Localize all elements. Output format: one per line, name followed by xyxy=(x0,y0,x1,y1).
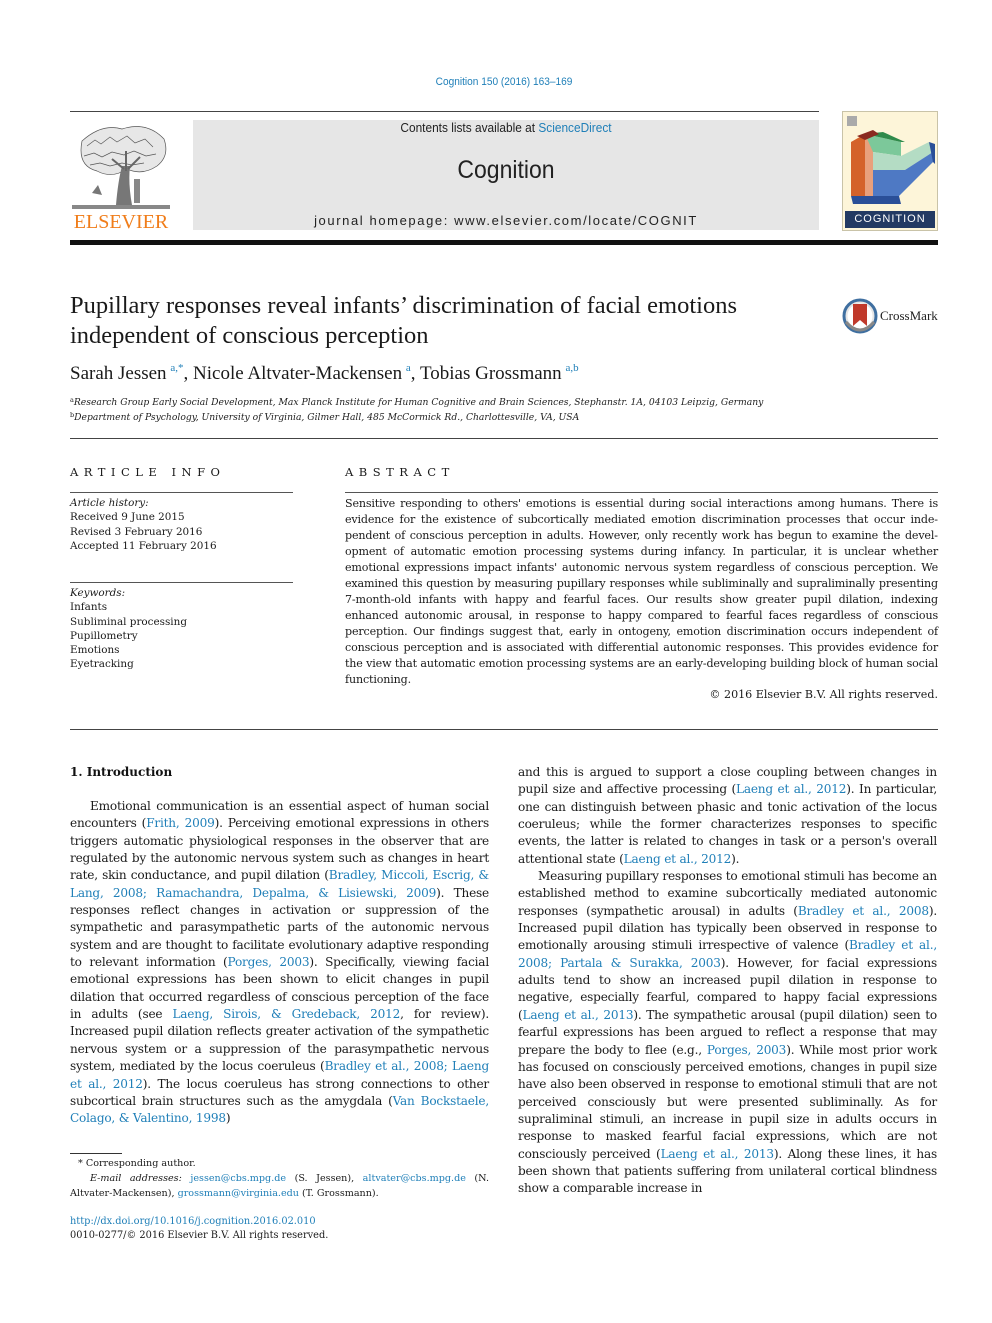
article-info-divider xyxy=(70,492,293,493)
citation-link[interactable]: Laeng et al., 2013 xyxy=(661,1147,774,1161)
crossmark-icon xyxy=(842,298,878,334)
history-revised: Revised 3 February 2016 xyxy=(70,525,203,538)
abstract-copyright: © 2016 Elsevier B.V. All rights reserved… xyxy=(709,688,938,701)
citation-link[interactable]: Porges, 2003 xyxy=(707,1043,786,1057)
doi-link[interactable]: http://dx.doi.org/10.1016/j.cognition.20… xyxy=(70,1216,316,1227)
body-paragraph: Measuring pupillary responses to emotion… xyxy=(518,869,937,1196)
author-list: Sarah Jessen a,*, Nicole Altvater-Macken… xyxy=(70,362,579,384)
keywords-divider xyxy=(70,582,293,583)
history-label: Article history: xyxy=(70,497,149,509)
abstract-divider xyxy=(345,492,938,493)
citation-link[interactable]: Laeng et al., 2013 xyxy=(523,1008,634,1022)
body-paragraph: Emotional communication is an essential … xyxy=(70,799,490,1126)
keywords-list: Keywords: Infants Subliminal processing … xyxy=(70,586,187,672)
article-title: Pupillary responses reveal infants’ disc… xyxy=(70,292,737,349)
journal-homepage-link[interactable]: journal homepage: www.elsevier.com/locat… xyxy=(193,213,819,228)
history-received: Received 9 June 2015 xyxy=(70,511,185,524)
history-accepted: Accepted 11 February 2016 xyxy=(70,539,217,552)
author-affiliation-marker[interactable]: a,* xyxy=(170,362,183,374)
author-name[interactable]: Nicole Altvater-Mackensen xyxy=(193,363,402,384)
header-thick-divider xyxy=(70,240,938,245)
email-link[interactable]: jessen@cbs.mpg.de xyxy=(190,1173,286,1184)
contents-line: Contents lists available at ScienceDirec… xyxy=(209,121,804,135)
cover-journal-label: COGNITION xyxy=(845,211,935,228)
header-divider xyxy=(70,111,819,112)
body-paragraph: and this is argued to support a close co… xyxy=(518,765,937,866)
citation-link[interactable]: Bradley et al., 2008 xyxy=(798,904,929,918)
cognition-cover-art-icon xyxy=(847,116,935,204)
citation-link[interactable]: Laeng et al., 2012 xyxy=(736,782,846,796)
abstract-text: Sensitive responding to others' emotions… xyxy=(345,497,938,686)
crossmark-button[interactable]: CrossMark xyxy=(842,298,942,334)
elsevier-tree-icon xyxy=(72,126,170,209)
crossmark-label: CrossMark xyxy=(880,308,938,323)
affiliation-b: bDepartment of Psychology, University of… xyxy=(70,411,579,423)
author-affiliation-marker[interactable]: a,b xyxy=(565,362,578,374)
affiliation-a: aResearch Group Early Social Development… xyxy=(70,396,763,408)
keyword-item: Pupillometry xyxy=(70,629,138,642)
front-matter-divider xyxy=(70,438,938,439)
body-column-right: and this is argued to support a close co… xyxy=(518,764,937,1198)
sciencedirect-link[interactable]: ScienceDirect xyxy=(538,121,611,135)
citation-link[interactable]: Porges, 2003 xyxy=(228,955,310,969)
article-history: Article history: Received 9 June 2015 Re… xyxy=(70,496,217,553)
keywords-label: Keywords: xyxy=(70,587,126,599)
author-name[interactable]: Tobias Grossmann xyxy=(420,363,562,384)
journal-cover-thumbnail[interactable]: COGNITION xyxy=(842,111,938,231)
citation-link[interactable]: Laeng et al., 2012 xyxy=(624,852,732,866)
citation-link[interactable]: Laeng, Sirois, & Gredeback, 2012 xyxy=(172,1007,400,1021)
article-info-heading: ARTICLE INFO xyxy=(70,465,226,479)
email-link[interactable]: grossmann@virginia.edu xyxy=(178,1188,299,1199)
keyword-item: Subliminal processing xyxy=(70,615,187,628)
elsevier-wordmark: ELSEVIER xyxy=(73,211,169,233)
corresponding-author-note: * Corresponding author. xyxy=(70,1156,489,1171)
keyword-item: Infants xyxy=(70,601,108,614)
body-column-left: Emotional communication is an essential … xyxy=(70,798,489,1128)
email-addresses-note: E-mail addresses: jessen@cbs.mpg.de (S. … xyxy=(70,1173,489,1199)
citation-link[interactable]: Frith, 2009 xyxy=(146,816,215,830)
keyword-item: Emotions xyxy=(70,644,120,657)
email-label: E-mail addresses: xyxy=(90,1173,182,1184)
footnote-star: * xyxy=(78,1158,83,1169)
abstract-heading: ABSTRACT xyxy=(345,465,455,479)
journal-reference-link[interactable]: Cognition 150 (2016) 163–169 xyxy=(40,76,967,88)
email-link[interactable]: altvater@cbs.mpg.de xyxy=(363,1173,466,1184)
footnote-divider xyxy=(70,1153,122,1154)
affiliation-text: Research Group Early Social Development,… xyxy=(73,397,764,408)
elsevier-logo[interactable]: ELSEVIER xyxy=(70,117,172,235)
section-heading-introduction: 1. Introduction xyxy=(70,765,173,779)
issn-copyright: 0010-0277/© 2016 Elsevier B.V. All right… xyxy=(70,1230,329,1241)
author-affiliation-marker[interactable]: a xyxy=(406,362,411,374)
affiliation-text: Department of Psychology, University of … xyxy=(74,412,580,423)
contents-prefix: Contents lists available at xyxy=(400,121,539,135)
keyword-item: Eyetracking xyxy=(70,658,134,671)
journal-title: Cognition xyxy=(457,156,555,184)
body-divider xyxy=(70,729,938,730)
author-name[interactable]: Sarah Jessen xyxy=(70,363,167,384)
corresponding-author-text: Corresponding author. xyxy=(85,1158,196,1169)
